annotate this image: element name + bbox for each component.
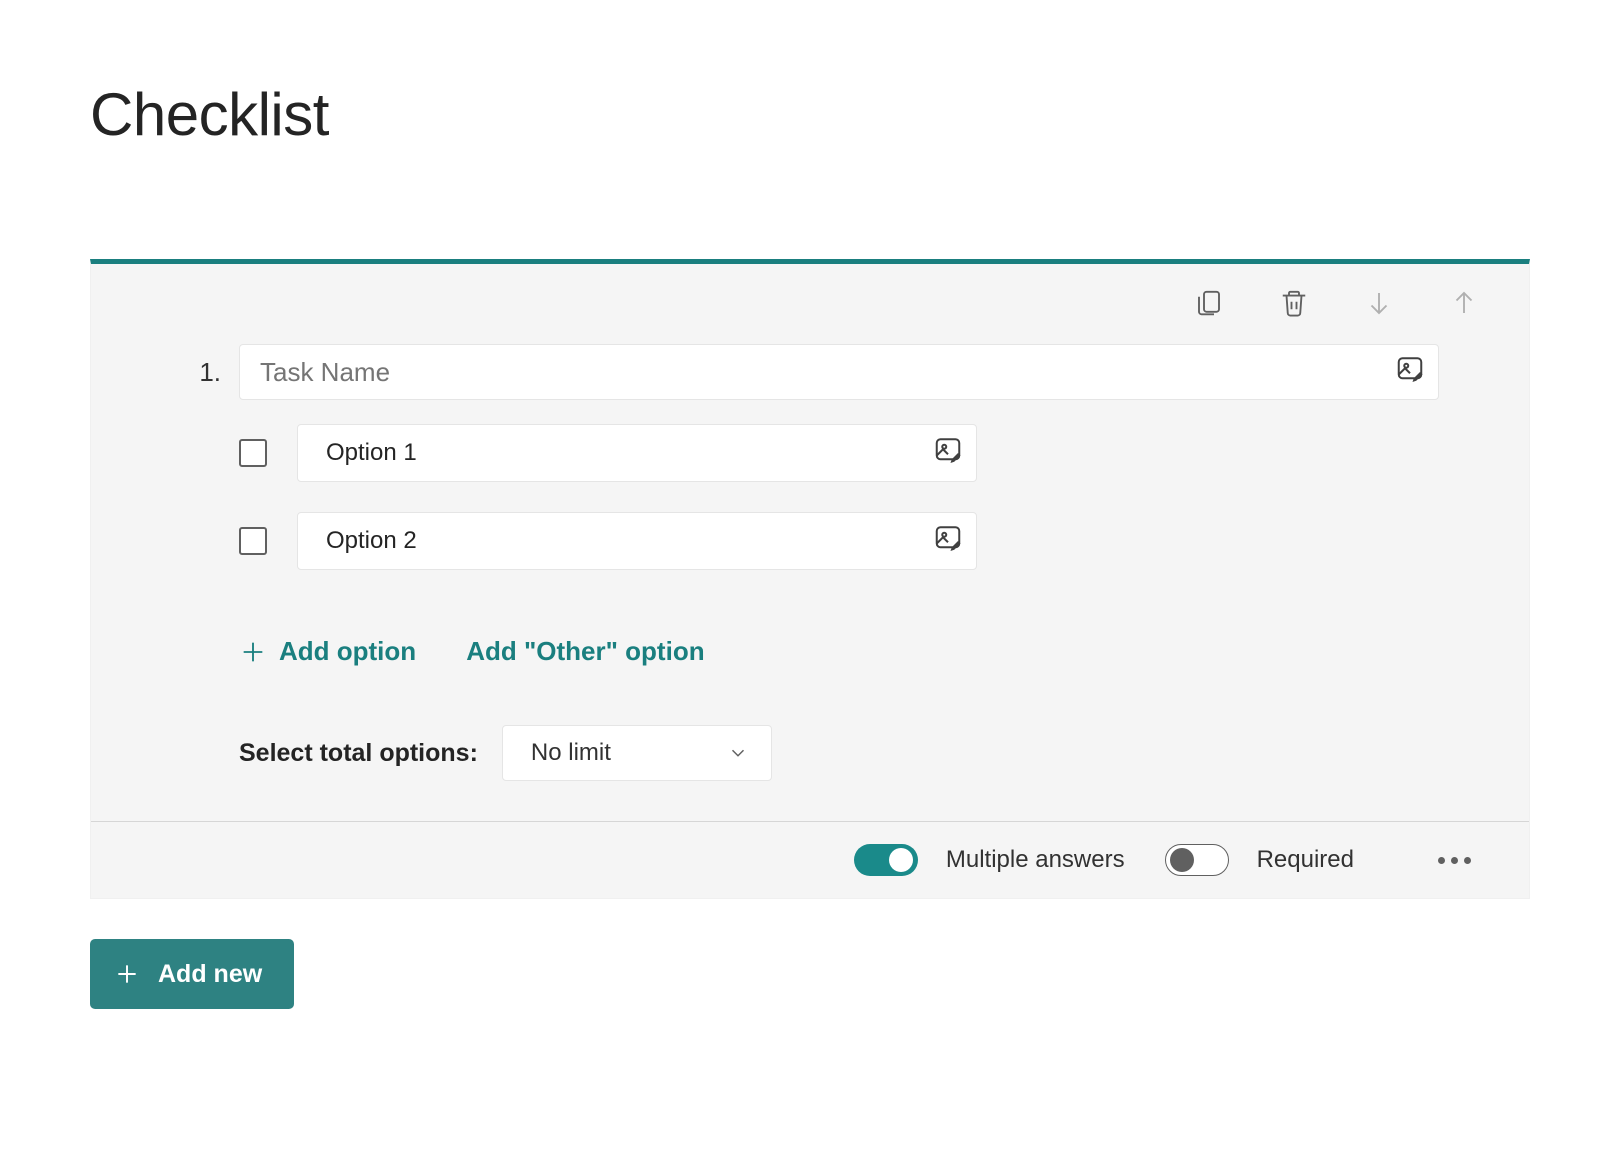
question-toolbar (91, 264, 1529, 326)
option-checkbox[interactable] (239, 527, 267, 555)
add-new-label: Add new (158, 960, 262, 989)
move-up-button[interactable] (1449, 288, 1479, 318)
more-options-button[interactable] (1430, 849, 1479, 872)
delete-button[interactable] (1279, 288, 1309, 318)
multiple-answers-toggle[interactable] (854, 844, 918, 876)
option-input[interactable] (297, 512, 977, 570)
question-row: 1. (91, 344, 1529, 400)
option-media-button[interactable] (933, 436, 963, 471)
add-option-label: Add option (279, 636, 416, 667)
move-down-button[interactable] (1364, 288, 1394, 318)
add-option-button[interactable]: Add option (239, 636, 416, 667)
copy-icon (1194, 288, 1224, 318)
add-new-button[interactable]: Add new (90, 939, 294, 1009)
image-edit-icon (1395, 355, 1425, 385)
option-media-button[interactable] (933, 524, 963, 559)
required-toggle[interactable] (1165, 844, 1229, 876)
dot-icon (1438, 857, 1445, 864)
page-title: Checklist (90, 80, 1530, 149)
question-media-button[interactable] (1395, 355, 1425, 390)
multiple-answers-label: Multiple answers (946, 846, 1125, 874)
chevron-down-icon (727, 742, 749, 764)
option-row (239, 424, 1529, 482)
option-input[interactable] (297, 424, 977, 482)
select-total-dropdown[interactable]: No limit (502, 725, 772, 781)
image-edit-icon (933, 524, 963, 554)
dot-icon (1464, 857, 1471, 864)
select-total-value: No limit (531, 739, 611, 767)
question-footer: Multiple answers Required (91, 821, 1529, 898)
arrow-down-icon (1364, 288, 1394, 318)
required-label: Required (1257, 846, 1354, 874)
add-other-button[interactable]: Add "Other" option (466, 636, 704, 667)
arrow-up-icon (1449, 288, 1479, 318)
option-checkbox[interactable] (239, 439, 267, 467)
plus-icon (114, 961, 140, 987)
option-row (239, 512, 1529, 570)
dot-icon (1451, 857, 1458, 864)
add-row: Add option Add "Other" option (91, 612, 1529, 667)
question-card: 1. (90, 259, 1530, 899)
select-total-label: Select total options: (239, 739, 478, 768)
copy-button[interactable] (1194, 288, 1224, 318)
question-title-input[interactable] (239, 344, 1439, 400)
trash-icon (1279, 288, 1309, 318)
image-edit-icon (933, 436, 963, 466)
options-list (91, 400, 1529, 612)
select-total-row: Select total options: No limit (91, 667, 1529, 821)
plus-icon (239, 638, 267, 666)
question-number: 1. (191, 357, 221, 388)
